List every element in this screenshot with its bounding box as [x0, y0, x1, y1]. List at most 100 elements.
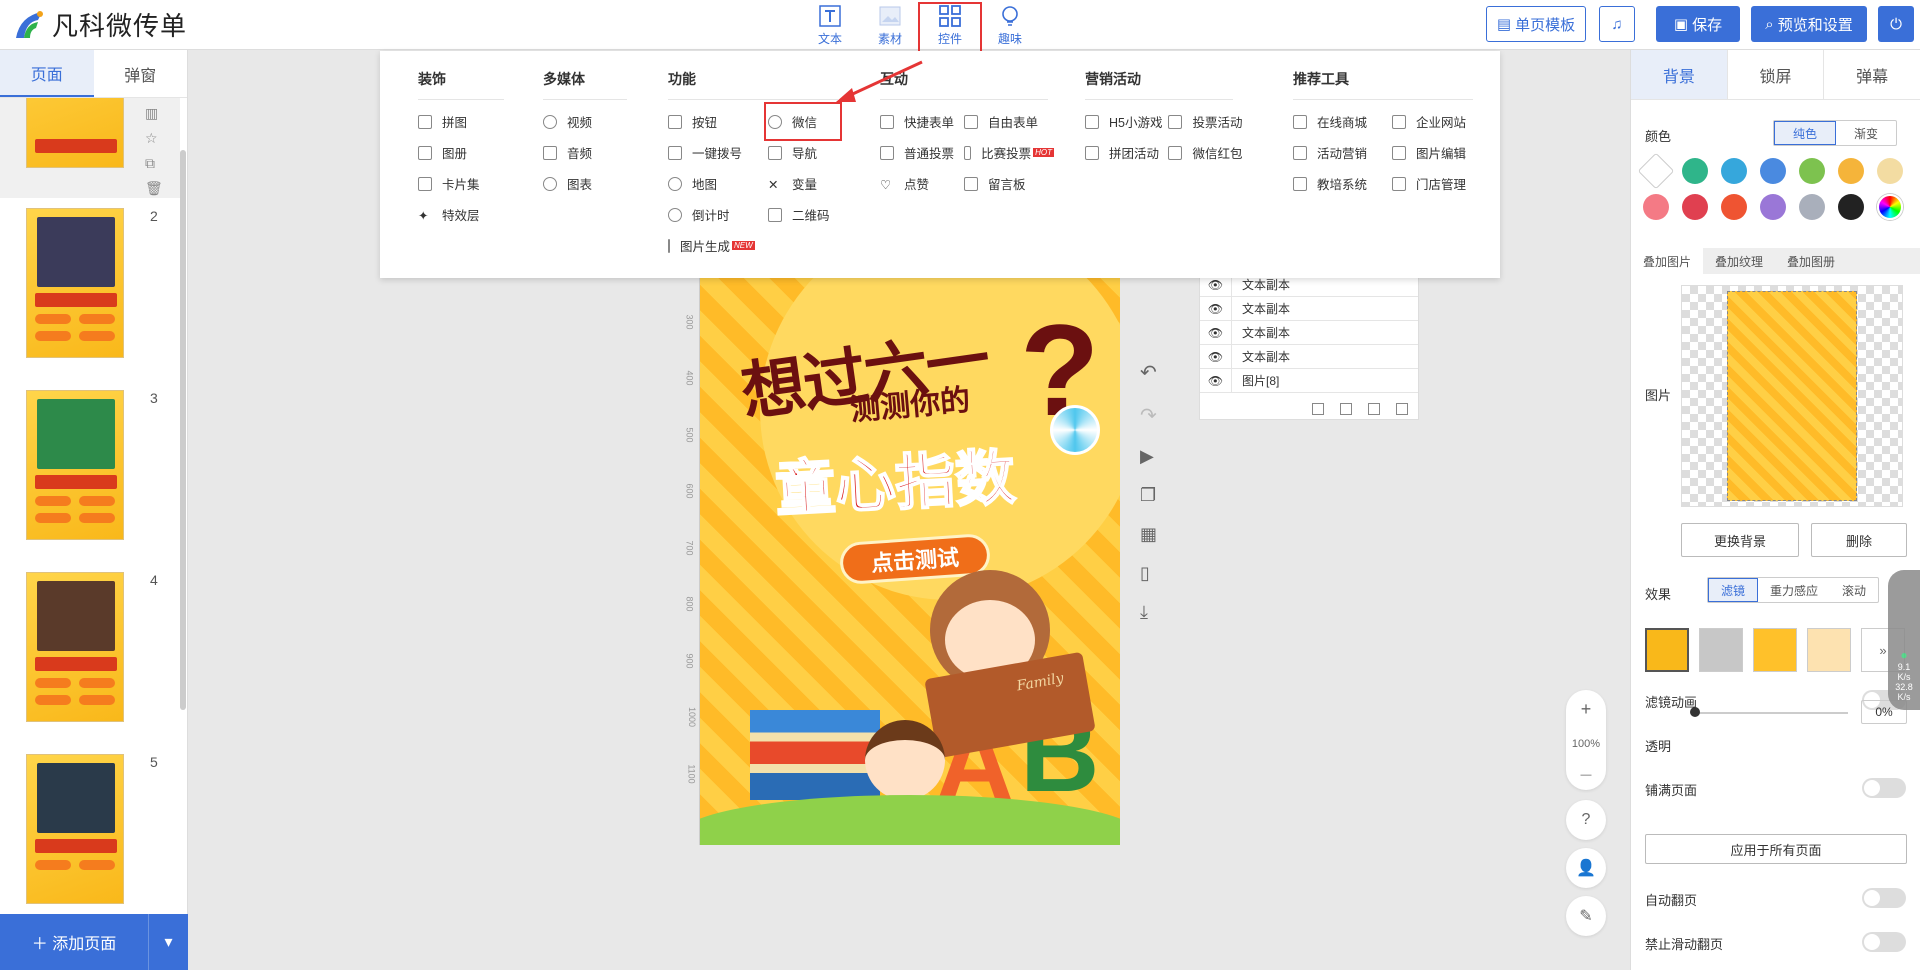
gradient-option[interactable]: 渐变 — [1836, 121, 1896, 145]
menu-item-store-manage[interactable]: 门店管理 — [1391, 168, 1473, 199]
color-swatch[interactable] — [1637, 152, 1675, 190]
add-page-button[interactable]: ＋ 添加页面 ▾ — [0, 914, 188, 970]
folder-icon[interactable] — [1368, 403, 1380, 415]
menu-item-chart[interactable]: 图表 — [543, 168, 627, 199]
subtab-overlay-image[interactable]: 叠加图片 — [1631, 248, 1704, 274]
redo-icon[interactable]: ↷ — [1140, 403, 1157, 428]
menu-item-wechat[interactable]: 微信 — [764, 102, 842, 141]
menu-item-button[interactable]: 按钮 — [668, 106, 748, 137]
color-swatch[interactable] — [1643, 194, 1669, 220]
app-logo[interactable]: 凡科微传单 — [12, 6, 187, 43]
align-icon[interactable] — [1312, 403, 1324, 415]
menu-item-contest-vote[interactable]: 比赛投票 HOT — [964, 137, 1055, 168]
color-swatch[interactable] — [1760, 158, 1786, 184]
page-copy-icon[interactable]: ▥ — [145, 105, 163, 122]
menu-item-qrcode[interactable]: 二维码 — [768, 199, 838, 230]
menu-item-h5-game[interactable]: H5小游戏 — [1085, 106, 1162, 137]
layer-row[interactable]: 👁 文本副本 — [1200, 296, 1418, 321]
add-page-dropdown[interactable]: ▾ — [148, 914, 188, 970]
menu-item-website[interactable]: 企业网站 — [1391, 106, 1473, 137]
menu-item-group-buy[interactable]: 拼团活动 — [1085, 137, 1162, 168]
background-preview[interactable] — [1681, 285, 1903, 507]
phone-icon[interactable]: ▯ — [1140, 563, 1157, 584]
menu-item-album[interactable]: 图册 — [418, 137, 504, 168]
star-icon[interactable]: ☆ — [145, 130, 163, 147]
apply-all-pages-button[interactable]: 应用于所有页面 — [1645, 834, 1907, 864]
zoom-in-button[interactable]: + — [1581, 699, 1592, 720]
menu-item-vote[interactable]: 普通投票 — [880, 137, 954, 168]
menu-item-education[interactable]: 教培系统 — [1293, 168, 1384, 199]
duplicate-icon[interactable]: ⧉ — [145, 155, 163, 172]
subtab-overlay-texture[interactable]: 叠加纹理 — [1703, 248, 1775, 274]
menu-item-effects[interactable]: ✦ 特效层 — [418, 199, 504, 230]
menu-item-image-edit[interactable]: 图片编辑 — [1391, 137, 1473, 168]
opacity-slider[interactable] — [1690, 707, 1848, 717]
filter-swatch-4[interactable] — [1807, 628, 1851, 672]
eye-icon[interactable]: 👁 — [1200, 320, 1232, 345]
canvas-title-3[interactable]: 童心指数 — [773, 429, 1018, 528]
filter-swatch-2[interactable] — [1699, 628, 1743, 672]
tab-pages[interactable]: 页面 — [0, 50, 94, 97]
trash-icon[interactable]: 🗑 — [145, 180, 163, 197]
layer-row[interactable]: 👁 图片[8] — [1200, 368, 1418, 393]
color-swatch[interactable] — [1877, 194, 1903, 220]
eye-icon[interactable]: 👁 — [1200, 296, 1232, 321]
menu-item-campaign[interactable]: 活动营销 — [1293, 137, 1384, 168]
tool-material[interactable]: 素材 — [860, 4, 920, 56]
lollipop-image[interactable] — [1050, 405, 1100, 455]
filter-swatch-3[interactable] — [1753, 628, 1797, 672]
music-button[interactable]: ♫ — [1599, 6, 1635, 42]
replace-background-button[interactable]: 更换背景 — [1681, 523, 1799, 557]
fill-page-toggle[interactable] — [1862, 778, 1906, 798]
play-icon[interactable]: ▶ — [1140, 446, 1157, 467]
user-button[interactable]: 👤 — [1566, 848, 1606, 888]
color-swatch[interactable] — [1838, 194, 1864, 220]
menu-item-puzzle[interactable]: 拼图 — [418, 106, 504, 137]
undo-icon[interactable]: ↶ — [1140, 360, 1157, 385]
menu-item-red-envelope[interactable]: 微信红包 — [1168, 137, 1243, 168]
menu-item-quick-form[interactable]: 快捷表单 — [880, 106, 954, 137]
color-swatch[interactable] — [1799, 194, 1825, 220]
color-swatch[interactable] — [1877, 158, 1903, 184]
menu-item-video[interactable]: 视频 — [543, 106, 627, 137]
tab-lockscreen[interactable]: 锁屏 — [1728, 50, 1825, 99]
menu-item-countdown[interactable]: 倒计时 — [668, 199, 748, 230]
zoom-out-button[interactable]: — — [1581, 769, 1592, 781]
thumb-scrollbar[interactable] — [180, 150, 186, 710]
menu-item-online-store[interactable]: 在线商城 — [1293, 106, 1384, 137]
delete-background-button[interactable]: 删除 — [1811, 523, 1907, 557]
copy-layer-icon[interactable] — [1340, 403, 1352, 415]
menu-item-message-board[interactable]: 留言板 — [964, 168, 1054, 199]
color-swatch[interactable] — [1760, 194, 1786, 220]
menu-item-map[interactable]: 地图 — [668, 168, 748, 199]
color-swatch[interactable] — [1682, 194, 1708, 220]
single-template-button[interactable]: ▤ 单页模板 — [1486, 6, 1586, 42]
menu-item-cardset[interactable]: 卡片集 — [418, 168, 504, 199]
menu-item-like[interactable]: ♡ 点赞 — [880, 168, 954, 199]
tool-widget[interactable]: 控件 — [918, 2, 982, 58]
menu-item-vote-activity[interactable]: 投票活动 — [1168, 106, 1243, 137]
page-thumb-5[interactable]: 5 — [0, 744, 180, 913]
menu-item-free-form[interactable]: 自由表单 — [964, 106, 1054, 137]
save-button[interactable]: ▣ 保存 — [1656, 6, 1740, 42]
grid-icon[interactable]: ▦ — [1140, 524, 1157, 545]
menu-item-call[interactable]: 一键拨号 — [668, 137, 748, 168]
disable-swipe-toggle[interactable] — [1862, 932, 1906, 952]
page-thumb-3[interactable]: 3 — [0, 380, 180, 560]
filter-option[interactable]: 滤镜 — [1708, 578, 1759, 602]
tab-danmaku[interactable]: 弹幕 — [1824, 50, 1920, 99]
power-button[interactable]: ⏻ — [1878, 6, 1914, 42]
color-swatch[interactable] — [1721, 194, 1747, 220]
delete-layer-icon[interactable] — [1396, 403, 1408, 415]
tool-text[interactable]: 文本 — [800, 4, 860, 56]
download-icon[interactable]: ⤓ — [1140, 602, 1157, 623]
preview-settings-button[interactable]: ⌕ 预览和设置 — [1751, 6, 1867, 42]
page-thumb-4[interactable]: 4 — [0, 562, 180, 742]
help-button[interactable]: ? — [1566, 800, 1606, 840]
solid-color-option[interactable]: 纯色 — [1774, 121, 1837, 145]
layer-row[interactable]: 👁 文本副本 — [1200, 320, 1418, 345]
feedback-button[interactable]: ✎ — [1566, 896, 1606, 936]
subtab-overlay-album[interactable]: 叠加图册 — [1775, 248, 1847, 274]
filter-swatch-1[interactable] — [1645, 628, 1689, 672]
copy-page-icon[interactable]: ❐ — [1140, 485, 1157, 506]
